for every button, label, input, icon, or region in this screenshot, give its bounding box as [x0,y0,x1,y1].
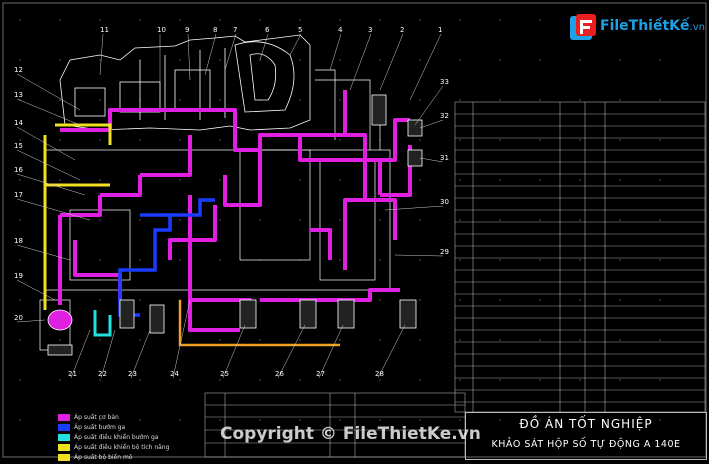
hydraulic-circuit-diagram: 123456789101112131415161718192021 22 23 24 2… [2,2,707,458]
callout-number-10: 10 [157,26,166,34]
callout-number-16: 16 [14,166,23,174]
callout-number-31: 31 [440,154,449,162]
callout-leader [409,33,442,101]
callout-number-23: 23 [128,370,137,378]
callout-leader [414,85,444,126]
drawing-title: ĐỒ ÁN TỐT NGHIỆP [519,417,653,431]
legend-item: Áp suất điều khiển bộ tích năng [58,444,169,454]
callout-number-13: 13 [14,91,23,99]
legend-item: Áp suất bộ biến mô [58,454,132,464]
callout-number-1: 1 [438,26,442,34]
callout-leader [289,33,302,56]
callout-leader [204,33,217,76]
grid-dots [19,19,661,421]
callout-leader [16,98,81,126]
legend-item: Áp suất bướm ga [58,424,125,434]
callout-number-18: 18 [14,237,23,245]
callout-number-2: 2 [400,26,404,34]
callout-number-32: 32 [440,112,449,120]
title-block: ĐỒ ÁN TỐT NGHIỆP KHẢO SÁT HỘP SỐ TỰ ĐỘNG… [465,412,707,460]
callout-number-28: 28 [375,370,384,378]
legend-swatch [58,434,70,441]
callout-leader [379,33,404,91]
callout-number-30: 30 [440,198,449,206]
callout-number-9: 9 [185,26,189,34]
callout-number-25: 25 [220,370,229,378]
legend-label: Áp suất điều khiển bộ tích năng [74,444,170,451]
callout-number-24: 24 [170,370,179,378]
callout-number-26: 26 [275,370,284,378]
callout-number-11: 11 [100,26,109,34]
callout-number-21: 21 [68,370,77,378]
callout-number-19: 19 [14,272,23,280]
callout-number-4: 4 [338,26,343,34]
filethietke-logo: FileThiếtKế.vn [568,12,705,42]
logo-icon [570,14,596,40]
legend-item: Áp suất cơ bản [58,414,119,424]
callout-leader [172,299,191,379]
callout-number-27: 27 [316,370,325,378]
legend-label: Áp suất bướm ga [74,424,126,431]
callout-number-8: 8 [213,26,217,34]
callout-number-14: 14 [14,119,23,127]
legend-label: Áp suất cơ bản [74,414,119,421]
legend-label: Áp suất điều khiển bướm ga [74,434,159,441]
callout-number-33: 33 [440,78,449,86]
callout-leader [16,198,91,221]
callout-number-12: 12 [14,66,23,74]
callout-leader [329,33,342,71]
callout-number-3: 3 [368,26,372,34]
accumulator-lines [43,123,112,310]
callout-number-17: 17 [14,191,23,199]
parts-table [454,101,706,413]
callout-leader [16,149,81,181]
callout-number-6: 6 [265,26,270,34]
transmission-housing [59,34,311,131]
legend-swatch [58,444,70,451]
callout-number-29: 29 [440,248,449,256]
callout-leader [419,119,444,129]
callout-number-15: 15 [14,142,23,150]
callout-leader [16,73,81,111]
callout-number-5: 5 [298,26,302,34]
drawing-subtitle: KHẢO SÁT HỘP SỐ TỰ ĐỘNG A 140E [491,439,681,450]
watermark: Copyright © FileThietKe.vn [220,424,481,444]
legend-item: Áp suất điều khiển bướm ga [58,434,158,444]
callout-number-22: 22 [98,370,107,378]
callout-number-7: 7 [233,26,237,34]
callout-number-20: 20 [14,314,23,322]
legend-swatch [58,424,70,431]
callout-leader [394,254,444,257]
throttle-control-lines [93,310,112,337]
legend-swatch [58,414,70,421]
logo-domain: .vn [689,22,705,33]
callout-leader [349,33,372,91]
callout-leader [187,33,191,81]
callout-leader [99,33,104,76]
logo-name: FileThiếtKế [600,18,690,34]
drawing-frame [2,2,707,458]
throttle-pressure-lines [118,198,215,317]
callout-leader [224,33,237,71]
